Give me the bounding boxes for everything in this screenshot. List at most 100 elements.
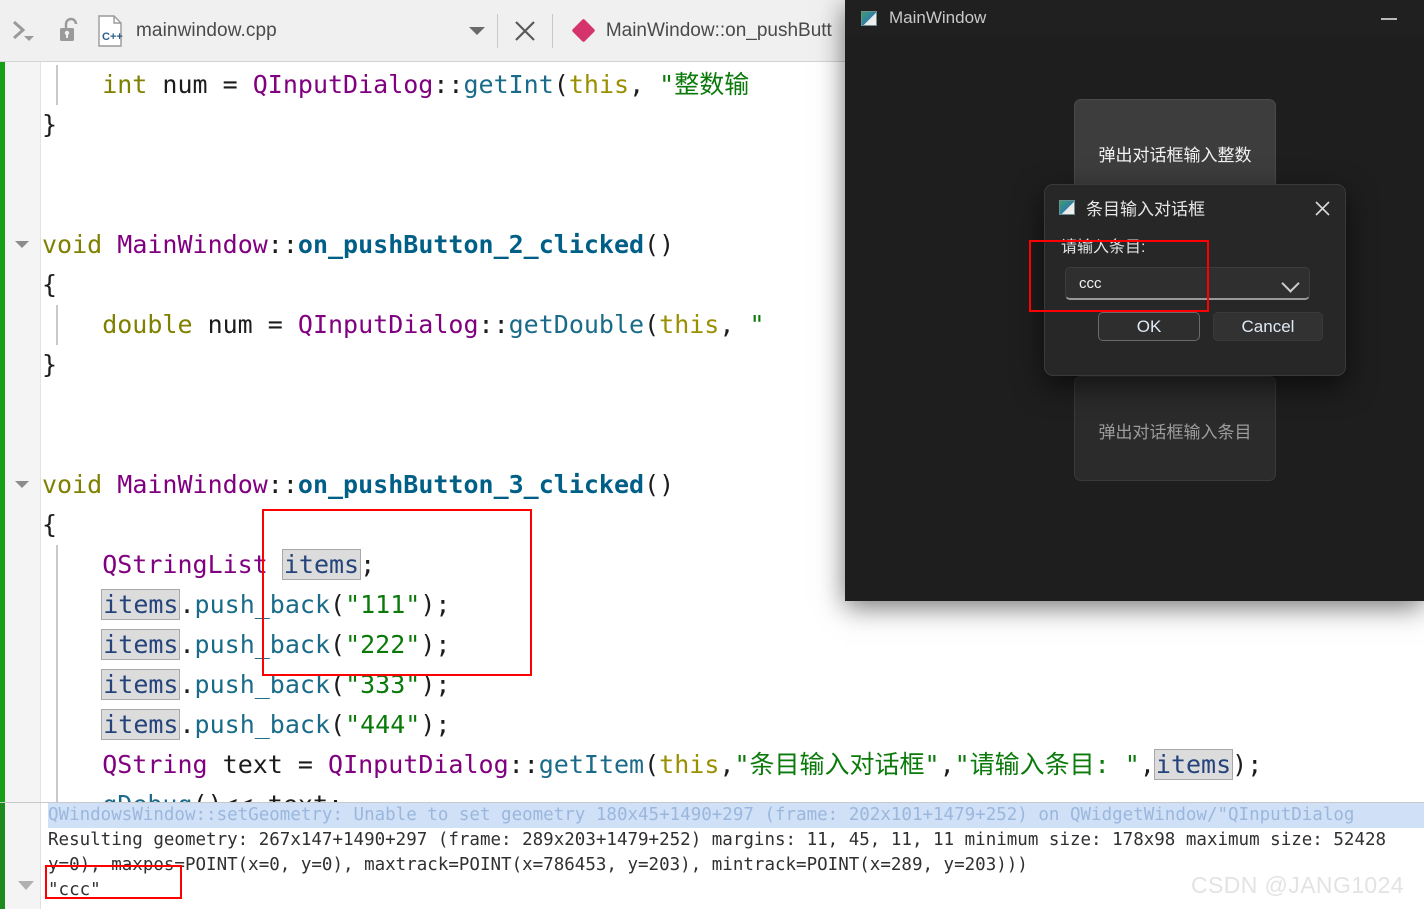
code-token: ,: [719, 310, 750, 339]
qt-dialog-title: 条目输入对话框: [1086, 199, 1205, 219]
code-token: ,: [629, 70, 660, 99]
code-token: =: [252, 310, 298, 339]
unlock-button[interactable]: [48, 0, 92, 62]
code-token: MainWindow: [117, 470, 268, 499]
code-line: void MainWindow::on_pushButton_2_clicked…: [42, 225, 674, 265]
code-token: "333": [345, 670, 421, 699]
code-token: text: [222, 750, 283, 779]
code-token: void: [42, 470, 103, 499]
item-combobox-value: ccc: [1079, 274, 1102, 292]
close-dialog-button[interactable]: [1309, 195, 1335, 221]
code-line: void MainWindow::on_pushButton_3_clicked…: [42, 465, 674, 505]
code-token: );: [420, 710, 451, 739]
code-token: (: [330, 630, 346, 659]
item-combobox[interactable]: ccc: [1065, 267, 1310, 300]
code-token: (): [644, 470, 675, 499]
chevron-down-icon[interactable]: [18, 881, 34, 890]
symbol-occurrence: items: [101, 589, 181, 620]
minimize-button[interactable]: [1368, 10, 1410, 28]
symbol-selector[interactable]: MainWindow::on_pushButt: [553, 0, 832, 62]
ok-button[interactable]: OK: [1098, 312, 1200, 341]
code-line: }: [42, 105, 57, 145]
fold-toggle-icon[interactable]: [15, 241, 29, 248]
cpp-file-button[interactable]: C++: [92, 0, 128, 62]
qt-app-icon: [1059, 199, 1075, 215]
code-token: ;: [328, 790, 343, 802]
code-token: on_pushButton_3_clicked: [297, 470, 645, 499]
chevron-down-icon: [468, 26, 485, 35]
indent-guide: [56, 745, 58, 785]
indent-guide: [56, 785, 58, 802]
code-token: }: [42, 110, 58, 139]
code-token: (: [330, 710, 346, 739]
code-token: .: [179, 670, 195, 699]
cancel-button[interactable]: Cancel: [1213, 312, 1323, 341]
screen-root: C++ mainwindow.cpp MainWindow::on_pushBu…: [0, 0, 1424, 909]
code-token: }: [42, 350, 58, 379]
code-token: ::: [267, 470, 298, 499]
qt-mainwindow-titlebar[interactable]: MainWindow: [845, 0, 1424, 36]
navigate-chevron-button[interactable]: [0, 0, 48, 62]
code-line: items.push_back("444");: [42, 705, 450, 745]
indent-guide: [56, 65, 58, 105]
code-token: "条目输入对话框": [734, 750, 940, 779]
code-token: =: [207, 70, 253, 99]
code-token: (: [553, 70, 569, 99]
code-token: QString: [42, 750, 208, 779]
code-token: num: [162, 70, 208, 99]
editor-gutter[interactable]: [5, 62, 41, 802]
console-scrollbar[interactable]: [5, 803, 41, 909]
code-token: (: [644, 310, 660, 339]
symbol-occurrence: items: [101, 669, 181, 700]
console-line: Resulting geometry: 267x147+1490+297 (fr…: [48, 830, 1387, 850]
code-token: ::: [267, 230, 298, 259]
symbol-occurrence: items: [1153, 749, 1234, 780]
symbol-occurrence: items: [101, 629, 181, 660]
code-token: (: [330, 670, 346, 699]
code-token: .: [179, 630, 195, 659]
code-line: }: [42, 345, 57, 385]
push-button-item[interactable]: 弹出对话框输入条目: [1074, 376, 1276, 481]
close-file-button[interactable]: [498, 0, 552, 62]
code-token: );: [420, 670, 451, 699]
code-token: MainWindow: [117, 230, 268, 259]
code-token: push_back: [194, 590, 331, 619]
code-token: getItem: [538, 750, 645, 779]
code-line: items.push_back("111");: [42, 585, 450, 625]
qt-dialog-titlebar[interactable]: 条目输入对话框: [1045, 185, 1345, 229]
code-token: push_back: [194, 630, 331, 659]
qt-input-dialog[interactable]: 条目输入对话框 请输入条目: ccc OK Cancel: [1044, 184, 1346, 376]
file-dropdown-button[interactable]: [457, 0, 497, 62]
fold-toggle-icon[interactable]: [15, 481, 29, 488]
qt-app-icon: [861, 10, 877, 26]
code-line: qDebug()<< text;: [42, 785, 343, 802]
code-token: QInputDialog: [328, 750, 509, 779]
code-token: qDebug: [102, 790, 192, 802]
code-token: );: [420, 590, 451, 619]
open-file-name[interactable]: mainwindow.cpp: [128, 20, 277, 42]
code-token: ::: [478, 310, 509, 339]
indent-guide: [56, 625, 58, 665]
code-token: getDouble: [508, 310, 645, 339]
indent-guide: [56, 305, 58, 345]
code-token: on_pushButton_2_clicked: [297, 230, 645, 259]
application-output-pane[interactable]: QWindowsWindow::setGeometry: Unable to s…: [0, 802, 1424, 909]
code-token: "111": [345, 590, 421, 619]
code-token: ;: [360, 550, 376, 579]
code-token: {: [42, 270, 58, 299]
code-token: push_back: [194, 710, 331, 739]
symbol-occurrence: items: [101, 709, 181, 740]
code-token: {: [42, 510, 58, 539]
chevron-down-icon[interactable]: [1281, 274, 1300, 293]
diamond-icon: [571, 18, 596, 43]
double-chevron-icon: [13, 20, 34, 41]
code-token: void: [42, 230, 103, 259]
code-token: ::: [433, 70, 464, 99]
